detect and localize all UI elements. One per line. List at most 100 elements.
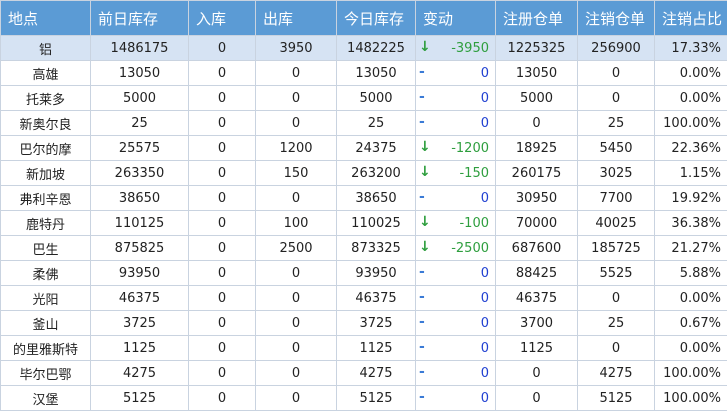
- dash-icon: -: [419, 389, 425, 405]
- table-row[interactable]: 釜山 3725 0 0 3725-0 3700 25 0.67%: [0, 310, 727, 336]
- location-cell: 巴生: [0, 235, 91, 261]
- prev-inventory-cell: 4275: [90, 360, 189, 386]
- column-header-cancel-ratio[interactable]: 注销占比: [654, 0, 727, 36]
- change-value: -100: [459, 215, 489, 231]
- change-cell: -0: [415, 85, 496, 111]
- cancel-ratio-cell: 0.00%: [654, 335, 727, 361]
- today-inventory-cell: 4275: [336, 360, 416, 386]
- change-value: 0: [480, 340, 489, 356]
- column-header-change[interactable]: 变动: [415, 0, 496, 36]
- inbound-cell: 0: [188, 360, 256, 386]
- prev-inventory-cell: 3725: [90, 310, 189, 336]
- inbound-cell: 0: [188, 235, 256, 261]
- cancelled-warrants-cell: 0: [577, 285, 655, 311]
- table-row[interactable]: 铝 1486175 0 3950 1482225 ↓ -3950 1225325 256900 1…: [0, 35, 727, 61]
- inbound-cell: 0: [188, 185, 256, 211]
- table-row[interactable]: 托莱多 5000 0 0 5000-0 5000 0 0.00%: [0, 85, 727, 111]
- change-value: 0: [480, 315, 489, 331]
- cancelled-warrants-cell: 3025: [577, 160, 655, 186]
- table-row[interactable]: 新奥尔良 25 0 0 25-0 0 25 100.00%: [0, 110, 727, 136]
- cancelled-warrants-cell: 40025: [577, 210, 655, 236]
- table-row[interactable]: 光阳 46375 0 0 46375-0 46375 0 0.00%: [0, 285, 727, 311]
- registered-warrants-cell: 1125: [495, 335, 578, 361]
- location-cell: 巴尔的摩: [0, 135, 91, 161]
- table-row[interactable]: 汉堡 5125 0 0 5125-0 0 5125 100.00%: [0, 385, 727, 411]
- change-value: 0: [480, 190, 489, 206]
- today-inventory-cell: 5125: [336, 385, 416, 411]
- column-header-outbound[interactable]: 出库: [255, 0, 337, 36]
- outbound-cell: 150: [255, 160, 337, 186]
- prev-inventory-cell: 5125: [90, 385, 189, 411]
- outbound-cell: 100: [255, 210, 337, 236]
- cancel-ratio-cell: 0.67%: [654, 310, 727, 336]
- dash-icon: -: [419, 314, 425, 330]
- table-row[interactable]: 巴尔的摩 25575 0 1200 24375 ↓ -1200 18925 5450 22.36%: [0, 135, 727, 161]
- table-row[interactable]: 毕尔巴鄂 4275 0 0 4275-0 0 4275 100.00%: [0, 360, 727, 386]
- change-value: 0: [480, 365, 489, 381]
- table-row[interactable]: 巴生 875825 0 2500 873325 ↓ -2500 687600 185725 21.…: [0, 235, 727, 261]
- location-cell: 的里雅斯特: [0, 335, 91, 361]
- column-header-cancelled-warrants[interactable]: 注销仓单: [577, 0, 655, 36]
- location-cell: 汉堡: [0, 385, 91, 411]
- change-value: 0: [480, 290, 489, 306]
- today-inventory-cell: 93950: [336, 260, 416, 286]
- table-row[interactable]: 高雄 13050 0 0 13050-0 13050 0 0.00%: [0, 60, 727, 86]
- outbound-cell: 0: [255, 285, 337, 311]
- today-inventory-cell: 1125: [336, 335, 416, 361]
- column-header-location[interactable]: 地点: [0, 0, 91, 36]
- table-row[interactable]: 柔佛 93950 0 0 93950-0 88425 5525 5.88%: [0, 260, 727, 286]
- outbound-cell: 0: [255, 85, 337, 111]
- column-header-today-inventory[interactable]: 今日库存: [336, 0, 416, 36]
- prev-inventory-cell: 25575: [90, 135, 189, 161]
- outbound-cell: 0: [255, 185, 337, 211]
- cancelled-warrants-cell: 0: [577, 335, 655, 361]
- cancel-ratio-cell: 0.00%: [654, 285, 727, 311]
- change-cell: -0: [415, 385, 496, 411]
- location-cell: 新加坡: [0, 160, 91, 186]
- outbound-cell: 0: [255, 110, 337, 136]
- prev-inventory-cell: 93950: [90, 260, 189, 286]
- prev-inventory-cell: 38650: [90, 185, 189, 211]
- table-row[interactable]: 鹿特丹 110125 0 100 110025 ↓ -100 70000 40025 36.38%: [0, 210, 727, 236]
- today-inventory-cell: 13050: [336, 60, 416, 86]
- change-value: 0: [480, 390, 489, 406]
- today-inventory-cell: 873325: [336, 235, 416, 261]
- today-inventory-cell: 1482225: [336, 35, 416, 61]
- registered-warrants-cell: 0: [495, 360, 578, 386]
- location-cell: 釜山: [0, 310, 91, 336]
- registered-warrants-cell: 0: [495, 385, 578, 411]
- table-row[interactable]: 新加坡 263350 0 150 263200 ↓ -150 260175 3025 1.15%: [0, 160, 727, 186]
- outbound-cell: 0: [255, 385, 337, 411]
- cancel-ratio-cell: 17.33%: [654, 35, 727, 61]
- today-inventory-cell: 46375: [336, 285, 416, 311]
- table-row[interactable]: 的里雅斯特 1125 0 0 1125-0 1125 0 0.00%: [0, 335, 727, 361]
- cancel-ratio-cell: 36.38%: [654, 210, 727, 236]
- prev-inventory-cell: 25: [90, 110, 189, 136]
- table-body: 铝 1486175 0 3950 1482225 ↓ -3950 1225325 256900 1…: [0, 35, 727, 411]
- dash-icon: -: [419, 264, 425, 280]
- cancel-ratio-cell: 0.00%: [654, 60, 727, 86]
- down-arrow-icon: ↓: [419, 39, 431, 55]
- column-header-registered-warrants[interactable]: 注册仓单: [495, 0, 578, 36]
- table-row[interactable]: 弗利辛恩 38650 0 0 38650-0 30950 7700 19.92%: [0, 185, 727, 211]
- cancel-ratio-cell: 19.92%: [654, 185, 727, 211]
- change-cell: ↓ -100: [415, 210, 496, 236]
- registered-warrants-cell: 30950: [495, 185, 578, 211]
- inbound-cell: 0: [188, 60, 256, 86]
- inbound-cell: 0: [188, 210, 256, 236]
- cancel-ratio-cell: 100.00%: [654, 110, 727, 136]
- cancelled-warrants-cell: 25: [577, 110, 655, 136]
- today-inventory-cell: 263200: [336, 160, 416, 186]
- change-value: 0: [480, 115, 489, 131]
- column-header-inbound[interactable]: 入库: [188, 0, 256, 36]
- prev-inventory-cell: 13050: [90, 60, 189, 86]
- column-header-prev-inventory[interactable]: 前日库存: [90, 0, 189, 36]
- inbound-cell: 0: [188, 35, 256, 61]
- change-cell: ↓ -1200: [415, 135, 496, 161]
- inbound-cell: 0: [188, 260, 256, 286]
- change-value: 0: [480, 65, 489, 81]
- cancelled-warrants-cell: 0: [577, 60, 655, 86]
- cancelled-warrants-cell: 5125: [577, 385, 655, 411]
- today-inventory-cell: 5000: [336, 85, 416, 111]
- down-arrow-icon: ↓: [419, 164, 431, 180]
